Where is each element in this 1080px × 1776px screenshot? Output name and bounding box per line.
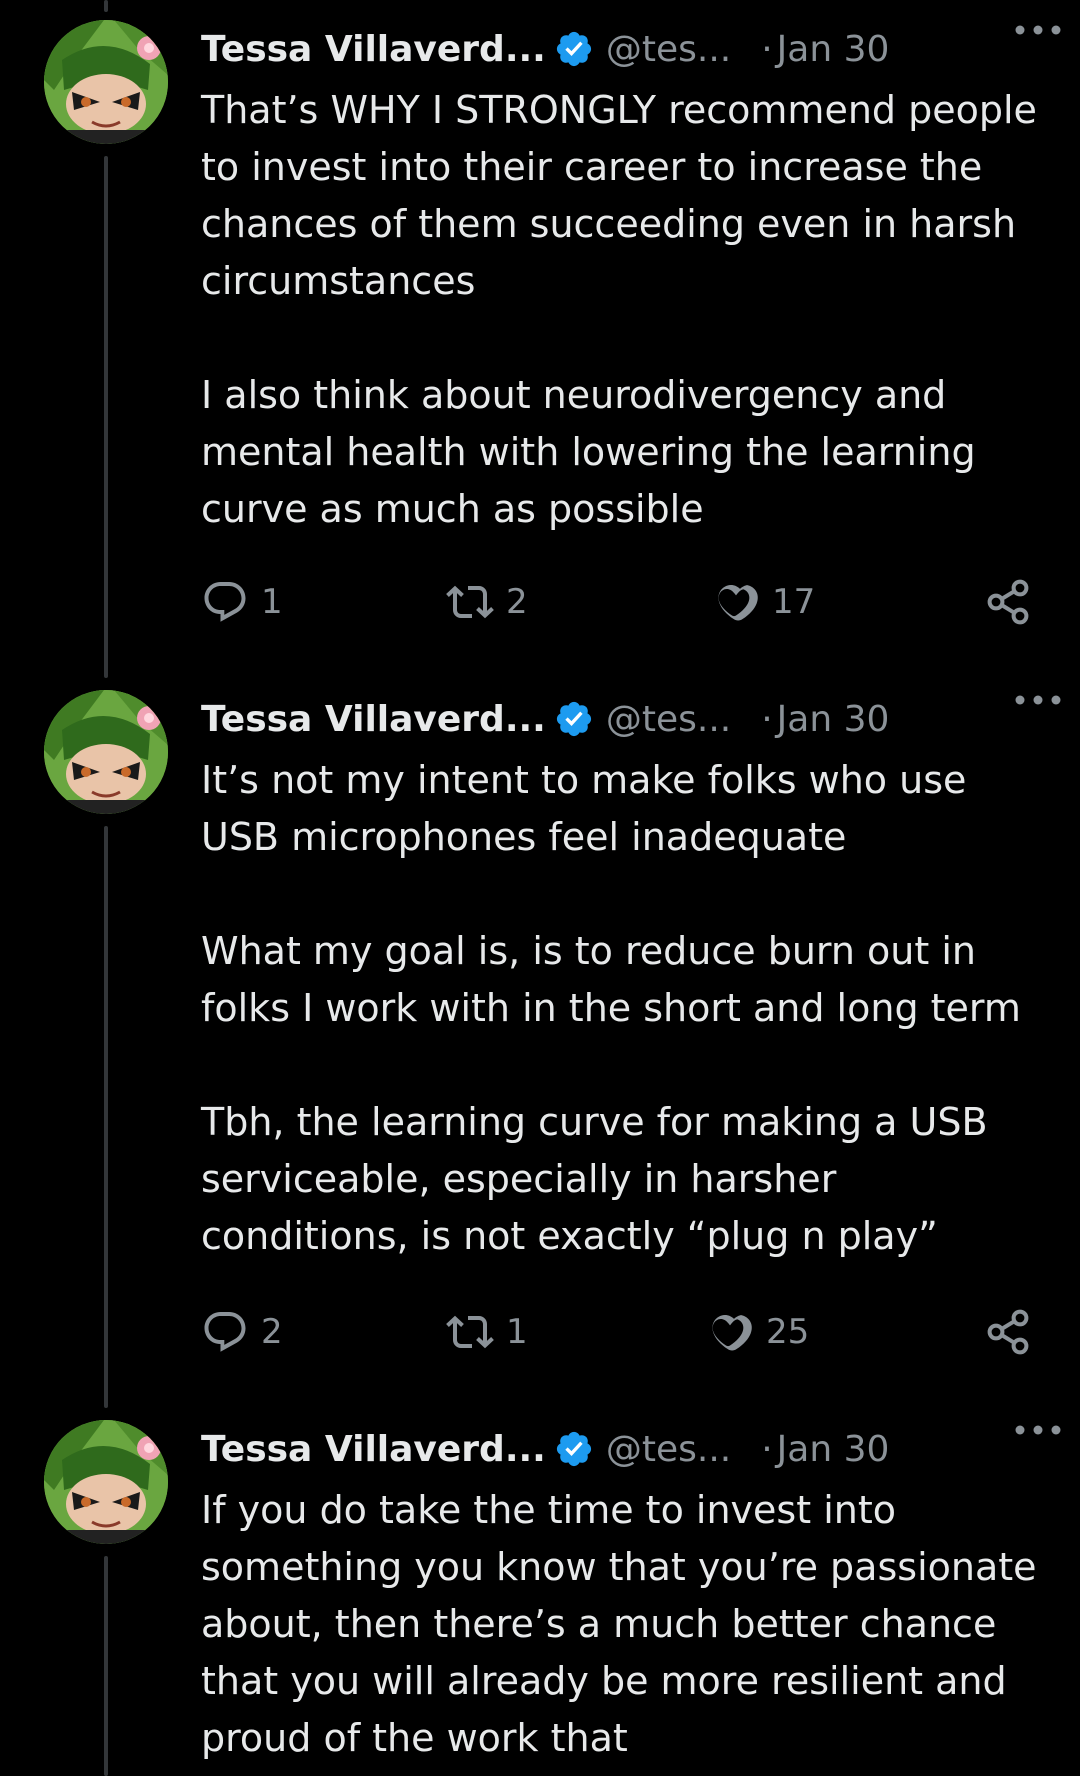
author-name[interactable]: Tessa Villaverd... [201, 1429, 546, 1470]
retweet-icon [446, 585, 494, 619]
tweet-paragraph: That’s WHY I STRONGLY recommend people t… [201, 88, 1050, 303]
more-options-icon[interactable] [1014, 1424, 1062, 1436]
tweet[interactable]: Tessa Villaverd... @tes... · Jan 30 It’s… [0, 670, 1080, 1400]
heart-icon [718, 584, 758, 621]
retweet-button[interactable]: 1 [446, 1307, 528, 1357]
share-icon [987, 1309, 1029, 1355]
retweet-icon [446, 1315, 494, 1349]
tweet-text: That’s WHY I STRONGLY recommend people t… [201, 82, 1051, 538]
tweet-header: Tessa Villaverd... @tes... · Jan 30 [201, 1420, 1051, 1478]
verified-badge-icon [556, 701, 591, 737]
tweet-date[interactable]: Jan 30 [777, 699, 890, 740]
reply-count: 2 [261, 1312, 283, 1352]
like-button[interactable]: 17 [712, 577, 815, 627]
retweet-button[interactable]: 2 [446, 577, 528, 627]
like-button[interactable]: 25 [706, 1307, 809, 1357]
tweet-paragraph: Tbh, the learning curve for making a USB… [201, 1100, 1000, 1258]
retweet-count: 1 [506, 1312, 528, 1352]
tweet-date[interactable]: Jan 30 [777, 1429, 890, 1470]
avatar[interactable] [44, 20, 168, 144]
tweet-text: It’s not my intent to make folks who use… [201, 752, 1051, 1265]
tweet-actions: 1 2 17 [201, 577, 1041, 627]
tweet-actions: 2 1 25 [201, 1307, 1041, 1357]
separator-dot: · [761, 698, 773, 740]
tweet-paragraph: I also think about neurodivergency and m… [201, 373, 988, 531]
author-handle[interactable]: @tes... [606, 1429, 731, 1470]
avatar[interactable] [44, 690, 168, 814]
share-button[interactable] [984, 577, 1032, 627]
more-options-icon[interactable] [1014, 24, 1062, 36]
verified-badge-icon [556, 1431, 591, 1467]
reply-button[interactable]: 1 [201, 577, 283, 627]
retweet-count: 2 [506, 582, 528, 622]
tweet-text: If you do take the time to invest into s… [201, 1482, 1051, 1767]
share-icon [987, 579, 1029, 625]
separator-dot: · [761, 1428, 773, 1470]
tweet[interactable]: Tessa Villaverd... @tes... · Jan 30 If y… [0, 1400, 1080, 1776]
reply-count: 1 [261, 582, 283, 622]
separator-dot: · [761, 28, 773, 70]
avatar-icon [44, 690, 168, 814]
share-button[interactable] [984, 1307, 1032, 1357]
author-handle[interactable]: @tes... [606, 699, 731, 740]
more-options-icon[interactable] [1014, 694, 1062, 706]
tweet-date[interactable]: Jan 30 [777, 29, 890, 70]
reply-button[interactable]: 2 [201, 1307, 283, 1357]
avatar-icon [44, 1420, 168, 1544]
like-count: 25 [766, 1312, 810, 1352]
verified-badge-icon [556, 31, 591, 67]
tweet-header: Tessa Villaverd... @tes... · Jan 30 [201, 20, 1051, 78]
avatar-icon [44, 20, 168, 144]
author-handle[interactable]: @tes... [606, 29, 731, 70]
author-name[interactable]: Tessa Villaverd... [201, 699, 546, 740]
tweet-header: Tessa Villaverd... @tes... · Jan 30 [201, 690, 1051, 748]
tweet[interactable]: Tessa Villaverd... @tes... · Jan 30 That… [0, 0, 1080, 670]
tweet-paragraph: If you do take the time to invest into s… [201, 1488, 1049, 1760]
heart-icon [712, 1314, 752, 1351]
tweet-paragraph: It’s not my intent to make folks who use… [201, 758, 979, 859]
tweet-thread: Tessa Villaverd... @tes... · Jan 30 That… [0, 0, 1080, 1776]
reply-icon [204, 1312, 246, 1352]
reply-icon [204, 582, 246, 622]
avatar[interactable] [44, 1420, 168, 1544]
like-count: 17 [772, 582, 816, 622]
author-name[interactable]: Tessa Villaverd... [201, 29, 546, 70]
tweet-paragraph: What my goal is, is to reduce burn out i… [201, 929, 1021, 1030]
